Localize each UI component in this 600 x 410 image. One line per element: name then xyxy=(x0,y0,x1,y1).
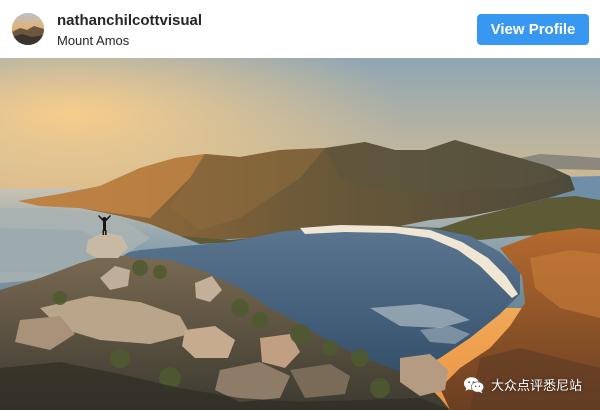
landscape-photo xyxy=(0,58,600,410)
watermark: 大众点评悉尼站 xyxy=(463,375,582,394)
avatar-image xyxy=(12,13,44,45)
view-profile-button[interactable]: View Profile xyxy=(477,14,589,45)
profile-avatar[interactable] xyxy=(12,13,44,45)
post-photo: 大众点评悉尼站 xyxy=(0,58,600,410)
location-tag[interactable]: Mount Amos xyxy=(57,32,202,49)
wechat-icon xyxy=(463,376,484,393)
user-info: nathanchilcottvisual Mount Amos xyxy=(57,12,202,49)
post-header: nathanchilcottvisual Mount Amos View Pro… xyxy=(0,0,600,58)
watermark-text: 大众点评悉尼站 xyxy=(490,379,582,394)
instagram-post: nathanchilcottvisual Mount Amos View Pro… xyxy=(0,0,600,410)
username[interactable]: nathanchilcottvisual xyxy=(57,12,202,30)
